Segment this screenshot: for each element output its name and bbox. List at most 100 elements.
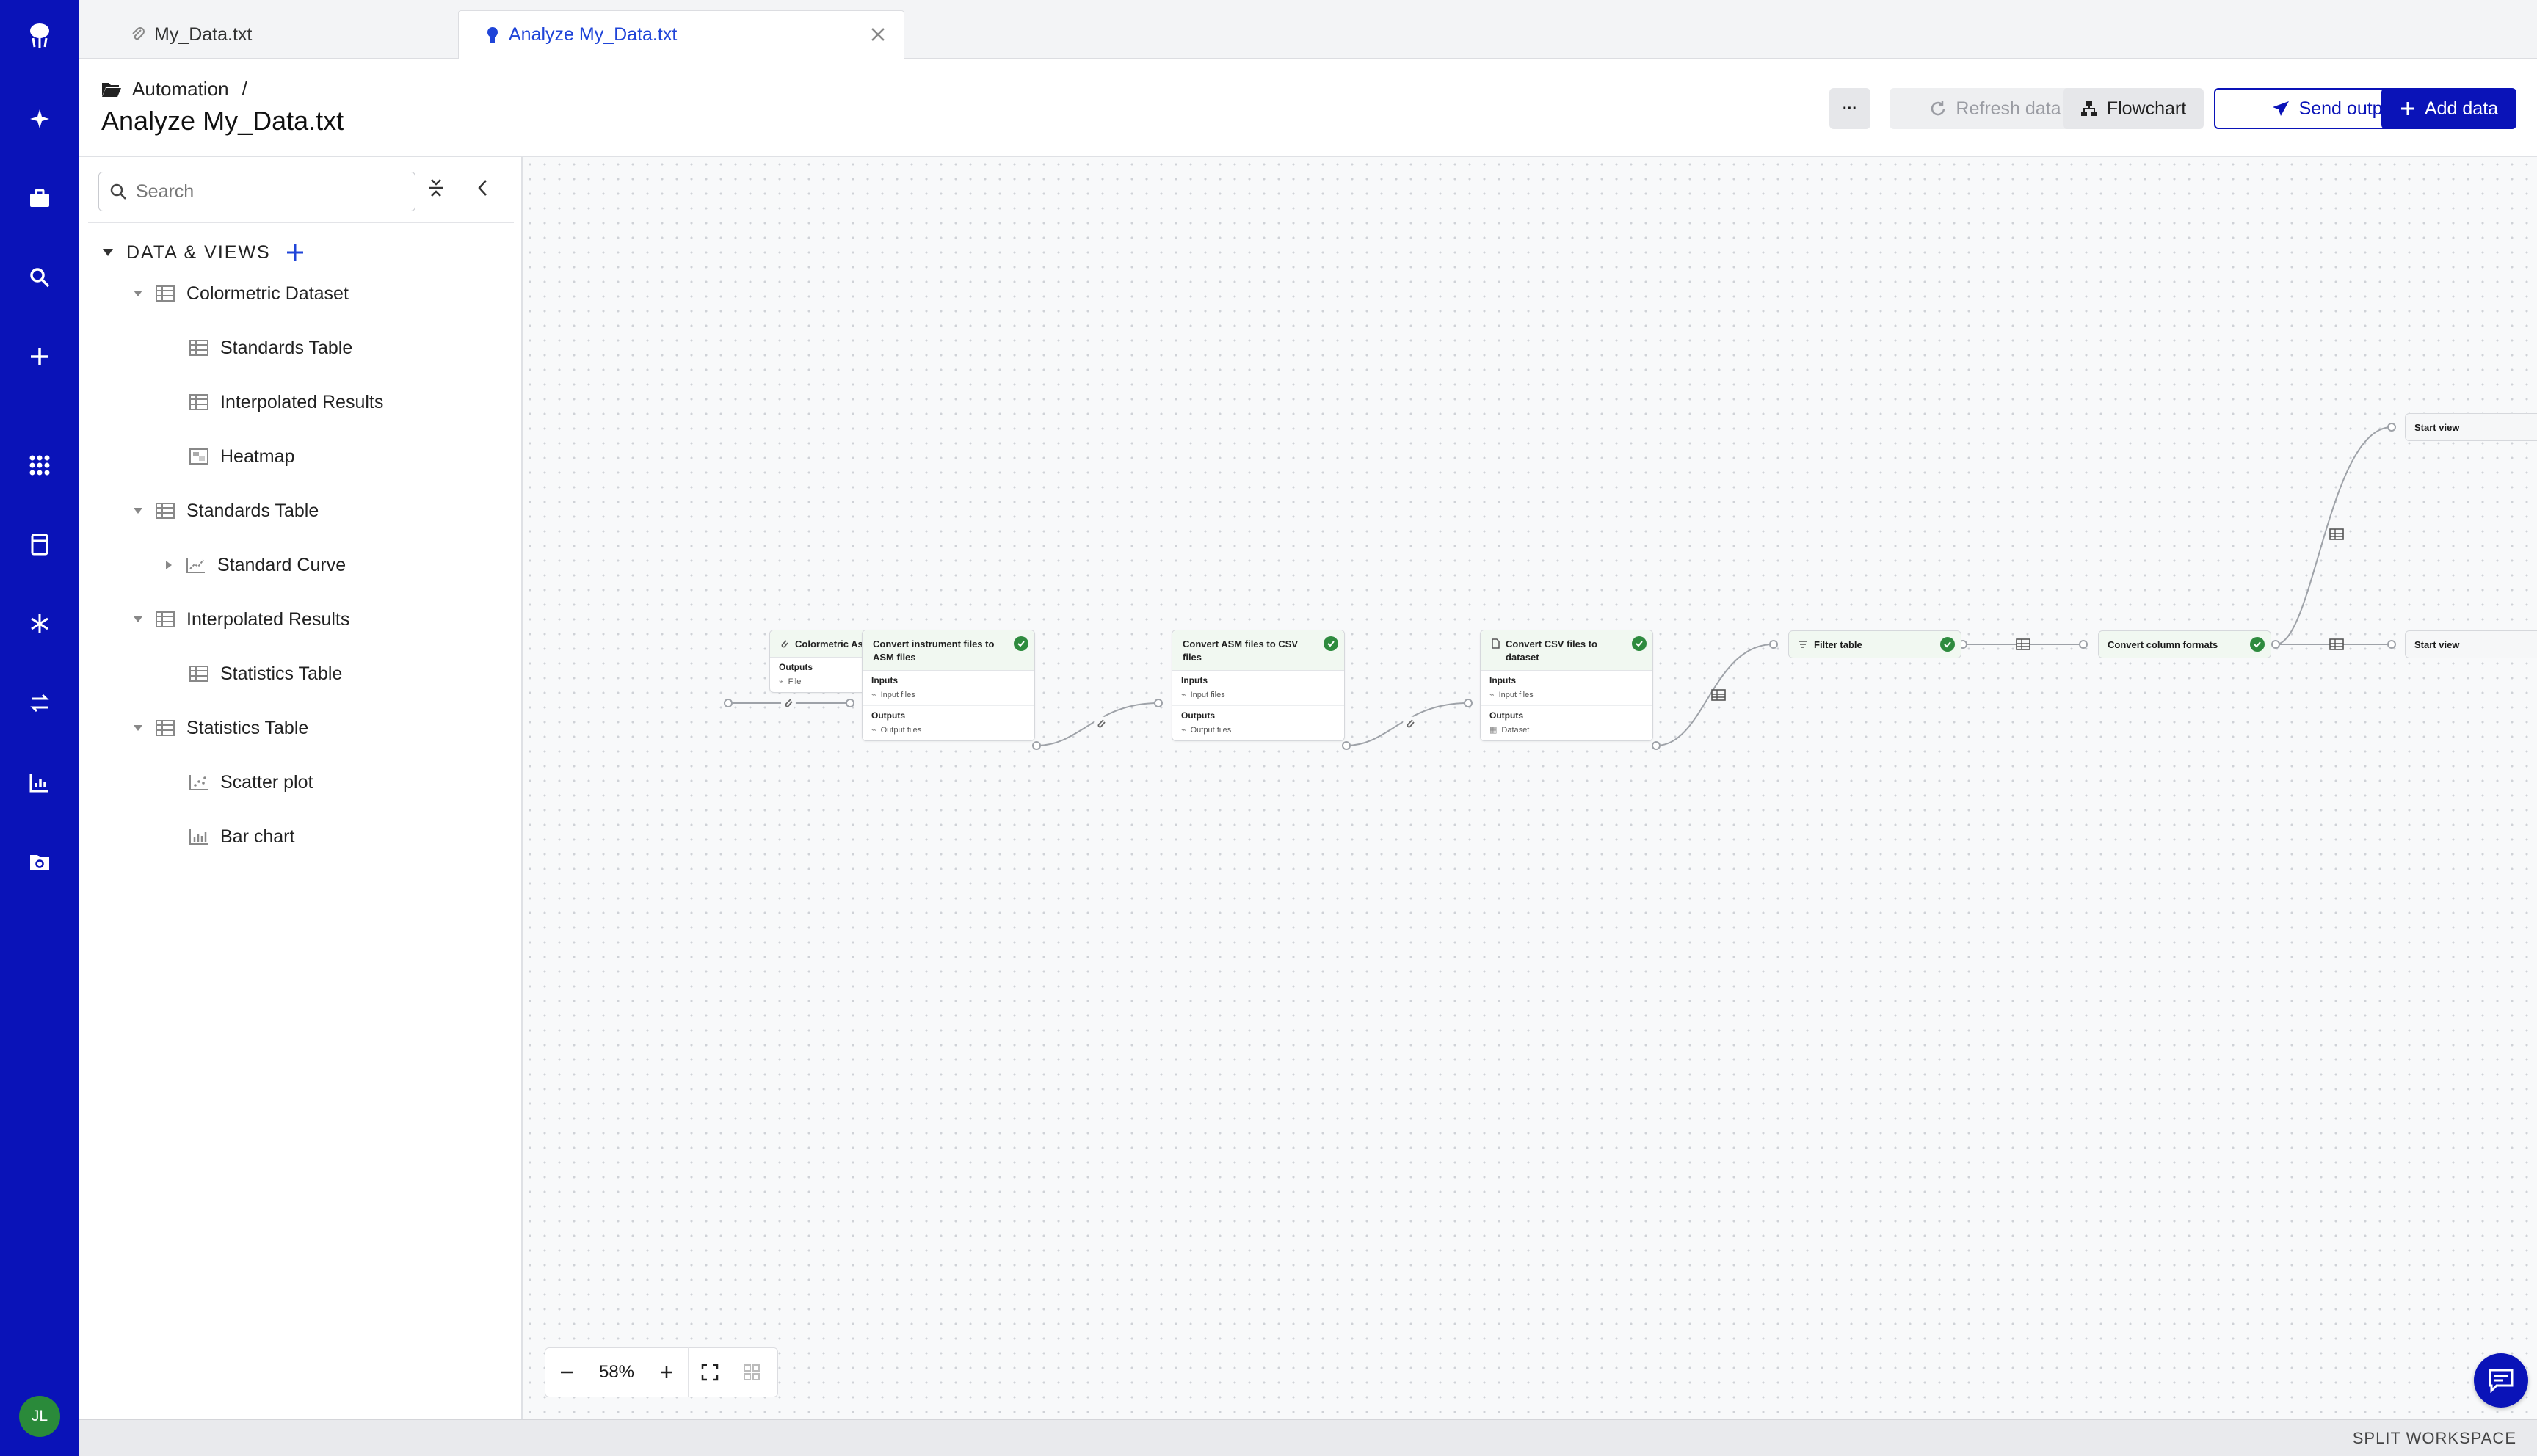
tree-item-statistics-table-group[interactable]: Statistics Table xyxy=(128,712,308,744)
tree-item-statistics-table[interactable]: Statistics Table xyxy=(182,658,342,690)
page-header: Automation / Analyze My_Data.txt ··· Ref… xyxy=(79,59,2537,157)
more-options-button[interactable]: ··· xyxy=(1829,88,1870,129)
bar-chart-icon xyxy=(189,829,208,845)
tree-item-interpolated-results-group[interactable]: Interpolated Results xyxy=(128,603,349,636)
tree-item-colormetric-dataset[interactable]: Colormetric Dataset xyxy=(128,277,349,310)
inputs-label: Inputs xyxy=(1489,675,1516,685)
split-workspace-button[interactable]: SPLIT WORKSPACE xyxy=(2353,1429,2516,1448)
search-icon[interactable] xyxy=(21,258,59,296)
search-box[interactable] xyxy=(98,172,415,211)
chat-icon xyxy=(2488,1368,2514,1393)
flow-node-convert-column-formats[interactable]: Convert column formats xyxy=(2098,630,2271,658)
analytics-icon[interactable] xyxy=(21,763,59,801)
check-circle-icon xyxy=(1324,636,1338,651)
divider xyxy=(88,222,514,223)
paperclip-icon xyxy=(1403,716,1418,731)
output-item: ▦ Dataset xyxy=(1489,725,1530,735)
tree-item-scatter-plot[interactable]: Scatter plot xyxy=(182,766,313,798)
notebook-icon[interactable] xyxy=(21,525,59,564)
paperclip-icon: ⌁ xyxy=(779,677,784,686)
tab-bar: My_Data.txt Analyze My_Data.txt xyxy=(79,0,2537,59)
table-icon xyxy=(189,394,208,410)
paperclip-icon: ⌁ xyxy=(1181,726,1186,735)
tree-item-standards-table-group[interactable]: Standards Table xyxy=(128,495,319,527)
collapse-sidebar-icon[interactable] xyxy=(476,178,490,198)
inputs-label: Inputs xyxy=(871,675,898,685)
flow-node-filter-table[interactable]: Filter table xyxy=(1788,630,1961,658)
close-icon[interactable] xyxy=(868,25,888,44)
line-chart-icon xyxy=(186,557,206,573)
user-avatar[interactable]: JL xyxy=(19,1396,60,1437)
lightbulb-icon xyxy=(485,26,500,45)
input-item: ⌁ Input files xyxy=(1181,690,1225,700)
chevron-right-icon[interactable] xyxy=(159,559,179,571)
add-view-icon[interactable] xyxy=(286,243,305,262)
tree-item-standards-table[interactable]: Standards Table xyxy=(182,332,352,364)
expand-collapse-all-icon[interactable] xyxy=(427,178,445,198)
input-item: ⌁ Input files xyxy=(871,690,915,700)
node-title: Convert CSV files to dataset xyxy=(1506,638,1597,663)
flowchart-button[interactable]: Flowchart xyxy=(2063,88,2204,129)
tab-my-data[interactable]: My_Data.txt xyxy=(104,10,471,59)
tree-item-label: Statistics Table xyxy=(186,717,309,738)
paperclip-icon xyxy=(1094,716,1108,731)
transfer-icon[interactable] xyxy=(21,684,59,722)
tab-analyze-my-data[interactable]: Analyze My_Data.txt xyxy=(458,10,904,59)
chevron-down-icon[interactable] xyxy=(128,289,148,298)
paperclip-icon xyxy=(780,638,789,651)
tree-item-standard-curve[interactable]: Standard Curve xyxy=(159,549,346,581)
paperclip-icon xyxy=(781,696,796,710)
data-views-header[interactable]: DATA & VIEWS xyxy=(101,236,305,269)
plus-icon[interactable] xyxy=(21,338,59,376)
folder-sync-icon[interactable] xyxy=(21,842,59,881)
chevron-down-icon[interactable] xyxy=(128,724,148,732)
tree-item-label: Heatmap xyxy=(220,445,295,467)
table-icon xyxy=(156,611,175,627)
zoom-out-button[interactable] xyxy=(545,1347,588,1397)
tree-item-label: Interpolated Results xyxy=(186,608,350,630)
inputs-label: Inputs xyxy=(1181,675,1208,685)
node-title: Convert ASM files to CSV files xyxy=(1183,638,1298,663)
zoom-in-button[interactable] xyxy=(645,1347,688,1397)
zoom-level: 58% xyxy=(598,1362,635,1382)
breadcrumb-automation[interactable]: Automation xyxy=(132,78,229,101)
apps-grid-icon[interactable] xyxy=(21,446,59,484)
tree-item-label: Interpolated Results xyxy=(220,391,384,412)
flow-node-start-view-bottom[interactable]: Start view xyxy=(2405,630,2537,658)
sparkle-icon[interactable] xyxy=(21,100,59,138)
breadcrumb-separator: / xyxy=(242,78,247,100)
sidebar: DATA & VIEWS Colormetric Dataset Standar… xyxy=(79,157,523,1419)
table-icon xyxy=(156,285,175,302)
logo-icon[interactable] xyxy=(21,18,59,56)
tree-item-bar-chart[interactable]: Bar chart xyxy=(182,820,294,853)
add-data-label: Add data xyxy=(2424,98,2499,119)
fit-view-icon[interactable] xyxy=(688,1347,730,1397)
tree-item-label: Standard Curve xyxy=(217,554,346,575)
flow-node-convert-instrument-to-asm[interactable]: Convert instrument files to ASM files In… xyxy=(862,630,1035,741)
node-title: Filter table xyxy=(1814,638,1862,650)
auto-layout-icon[interactable] xyxy=(730,1347,773,1397)
tree-item-heatmap[interactable]: Heatmap xyxy=(182,440,294,473)
search-input[interactable] xyxy=(136,181,400,203)
check-circle-icon xyxy=(2250,637,2265,652)
snowflake-icon[interactable] xyxy=(21,605,59,643)
briefcase-icon[interactable] xyxy=(21,179,59,217)
table-icon xyxy=(189,340,208,356)
table-icon xyxy=(156,503,175,519)
outputs-label: Outputs xyxy=(1489,710,1523,721)
tree-item-label: Bar chart xyxy=(220,826,295,847)
add-data-button[interactable]: Add data xyxy=(2381,88,2516,129)
flow-node-convert-csv-to-dataset[interactable]: Convert CSV files to dataset Inputs ⌁ Inp… xyxy=(1480,630,1653,741)
chevron-down-icon[interactable] xyxy=(128,615,148,624)
flow-node-start-view-top[interactable]: Start view xyxy=(2405,413,2537,441)
node-title: Start view xyxy=(2414,421,2460,433)
input-item: ⌁ Input files xyxy=(1489,690,1534,700)
chevron-down-icon[interactable] xyxy=(128,506,148,515)
flowchart-icon xyxy=(2080,100,2098,117)
tree-item-interpolated-results[interactable]: Interpolated Results xyxy=(182,386,383,418)
heatmap-icon xyxy=(189,448,208,465)
chat-button[interactable] xyxy=(2474,1353,2528,1408)
file-icon xyxy=(1491,638,1500,664)
tree-item-label: Standards Table xyxy=(220,337,353,358)
flow-node-convert-asm-to-csv[interactable]: Convert ASM files to CSV files Inputs ⌁ I… xyxy=(1172,630,1345,741)
